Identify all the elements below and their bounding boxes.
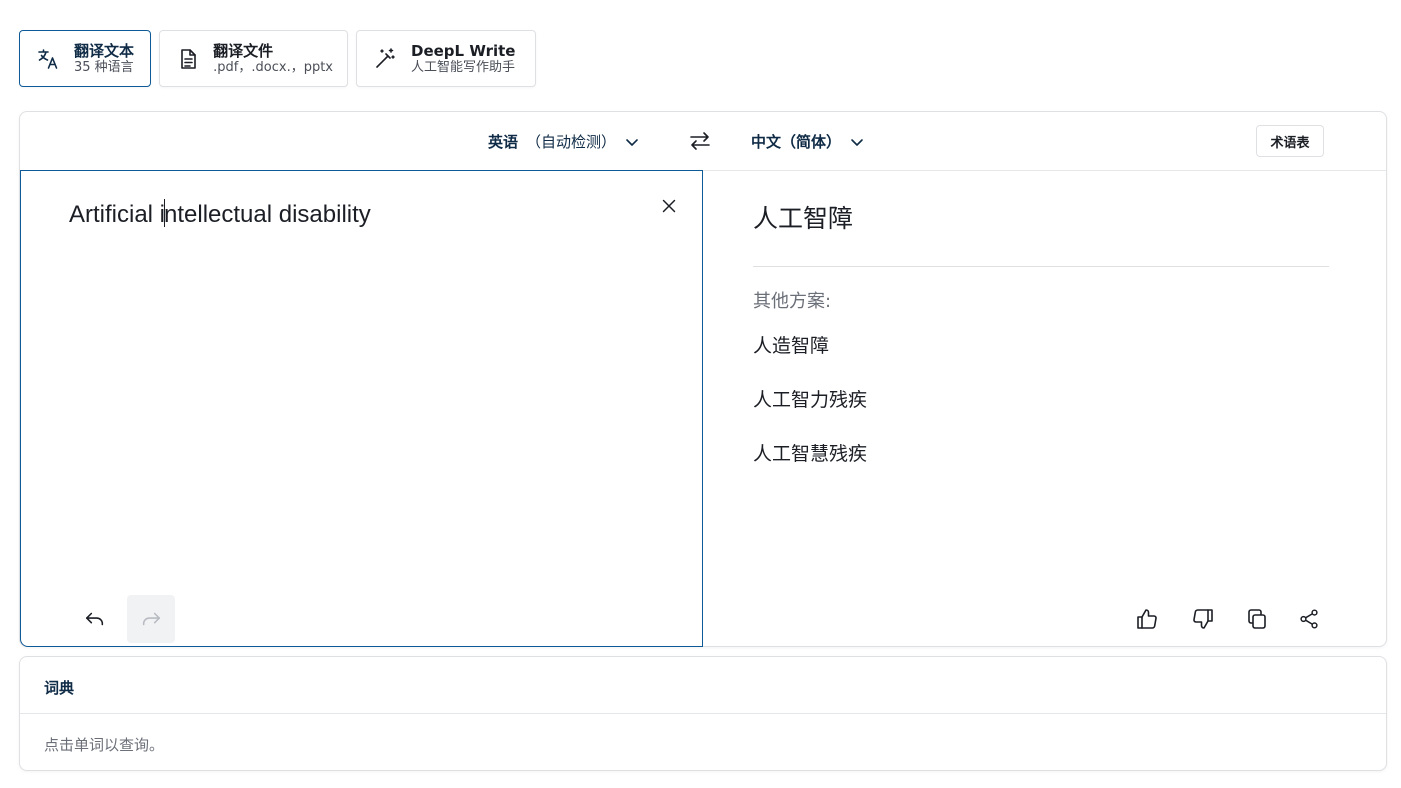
- close-icon[interactable]: [658, 195, 680, 217]
- source-text-before-caret: Artificial i: [69, 201, 166, 228]
- share-button[interactable]: [1293, 603, 1325, 635]
- alternative-item[interactable]: 人工智慧残疾: [753, 439, 867, 466]
- redo-icon: [142, 612, 161, 626]
- alternative-item[interactable]: 人造智障: [753, 331, 829, 358]
- tab-subtitle: 35 种语言: [74, 59, 134, 75]
- copy-button[interactable]: [1241, 603, 1273, 635]
- target-text-area: 人工智障 其他方案: 人造智障 人工智力残疾 人工智慧残疾: [703, 171, 1386, 647]
- translator-panel: 英语 （自动检测） 中文（简体） 术语表 Artificial intellec…: [19, 111, 1387, 647]
- product-tabs: 翻译文本 35 种语言 翻译文件 .pdf，.docx.，pptx DeepL …: [19, 30, 536, 87]
- tab-title: 翻译文本: [74, 41, 135, 60]
- source-text[interactable]: Artificial intellectual disability: [69, 199, 371, 229]
- translate-icon: [34, 45, 62, 73]
- dictionary-hint: 点击单词以查询。: [44, 736, 165, 754]
- copy-icon: [1248, 609, 1266, 629]
- source-language-name: 英语: [488, 133, 519, 151]
- dislike-button[interactable]: [1187, 603, 1219, 635]
- share-icon: [1300, 609, 1318, 629]
- glossary-button[interactable]: 术语表: [1256, 125, 1324, 157]
- chevron-down-icon: [851, 138, 863, 146]
- dictionary-header: 词典: [20, 657, 1386, 714]
- target-language-name: 中文（简体）: [751, 133, 842, 151]
- translation-result[interactable]: 人工智障: [753, 199, 853, 235]
- target-language-select[interactable]: 中文（简体）: [751, 131, 865, 152]
- source-text-after-caret: ntellectual disability: [164, 201, 371, 228]
- tab-subtitle: .pdf，.docx.，pptx: [213, 59, 333, 75]
- divider: [753, 266, 1329, 267]
- tab-deepl-write[interactable]: DeepL Write 人工智能写作助手: [356, 30, 536, 87]
- source-text-area[interactable]: Artificial intellectual disability: [20, 170, 703, 647]
- tab-title: 翻译文件: [213, 41, 274, 60]
- undo-icon: [85, 612, 104, 626]
- thumbs-up-icon: [1137, 609, 1157, 629]
- alternative-item[interactable]: 人工智力残疾: [753, 385, 867, 412]
- undo-button[interactable]: [71, 595, 119, 643]
- tab-subtitle: 人工智能写作助手: [411, 59, 516, 75]
- tab-translate-files[interactable]: 翻译文件 .pdf，.docx.，pptx: [159, 30, 348, 87]
- source-language-auto: （自动检测）: [526, 133, 617, 151]
- magic-wand-icon: [371, 45, 399, 73]
- alternatives-label: 其他方案:: [753, 291, 832, 312]
- tab-translate-text[interactable]: 翻译文本 35 种语言: [19, 30, 151, 87]
- dictionary-panel: 词典 点击单词以查询。: [19, 656, 1387, 771]
- chevron-down-icon: [626, 138, 638, 146]
- tab-title: DeepL Write: [411, 41, 516, 60]
- like-button[interactable]: [1131, 603, 1163, 635]
- swap-languages-icon[interactable]: [688, 129, 712, 153]
- document-icon: [174, 45, 201, 73]
- redo-button[interactable]: [127, 595, 175, 643]
- language-bar: 英语 （自动检测） 中文（简体） 术语表: [20, 112, 1386, 171]
- dictionary-title[interactable]: 词典: [44, 677, 74, 698]
- thumbs-down-icon: [1193, 609, 1213, 629]
- source-language-select[interactable]: 英语 （自动检测）: [488, 131, 640, 152]
